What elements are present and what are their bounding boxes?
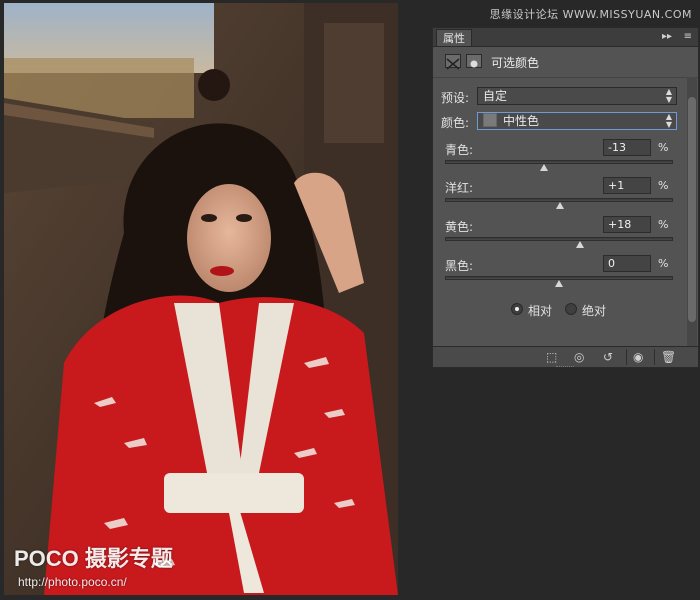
panel-scrollbar[interactable] [687,77,697,347]
preset-select[interactable]: 自定 ▲ ▼ [477,87,677,105]
slider-value-input[interactable]: +1 [603,177,651,194]
percent-unit: % [658,179,669,192]
panel-menu-icon[interactable]: ≡ [684,30,692,44]
panel-title: 可选颜色 [491,56,540,70]
photo-brand-text: POCO 摄影专题 [14,546,173,571]
scrollbar-handle[interactable] [688,97,696,322]
slider-label: 黄色: [445,220,474,234]
slider-thumb[interactable] [555,280,563,287]
percent-unit: % [658,257,669,270]
color-swatch-icon [483,113,497,127]
slider-thumb[interactable] [575,241,584,248]
percent-unit: % [658,141,669,154]
percent-unit: % [658,218,669,231]
footer-divider [626,349,627,365]
radio-relative[interactable] [511,303,523,315]
radio-relative-label[interactable]: 相对 [528,302,552,319]
reset-icon[interactable]: ↺ [603,350,613,364]
selective-color-controls: 预设: 自定 ▲ ▼ 颜色: 中性色 ▲ ▼ 青色: -13 % 洋红: +1 % … [433,78,698,333]
photo-url-text: http://photo.poco.cn/ [18,575,127,589]
panel-header: 可选颜色 [433,47,698,78]
select-arrows-icon: ▲ ▼ [665,112,672,129]
slider-label: 洋红: [445,181,474,195]
slider-label: 黑色: [445,259,474,273]
colors-select[interactable]: 中性色 ▲ ▼ [477,112,677,130]
view-previous-state-icon[interactable]: ◎ [574,350,584,364]
clip-to-layer-icon[interactable]: ⬚ [546,350,557,364]
properties-panel: 属性 ▸▸ ≡ 可选颜色 预设: 自定 ▲ ▼ 颜色: 中性色 ▲ ▼ 青色: -1… [432,27,699,368]
radio-absolute-label[interactable]: 绝对 [582,302,606,319]
collapse-arrows-icon[interactable]: ▸▸ [662,30,672,44]
slider-thumb[interactable] [556,202,565,209]
footer-divider [654,349,655,365]
preset-value: 自定 [483,89,508,103]
photo-image [4,3,398,595]
radio-absolute[interactable] [565,303,577,315]
photo-canvas: POCO 摄影专题 http://photo.poco.cn/ [4,3,398,595]
slider-thumb[interactable] [540,164,549,171]
slider-label: 青色: [445,143,474,157]
colors-label: 颜色: [441,116,470,130]
top-watermark: 思缘设计论坛 WWW.MISSYUAN.COM [489,8,692,21]
slider-value-input[interactable]: -13 [603,139,651,156]
preset-label: 预设: [441,91,470,105]
tab-properties[interactable]: 属性 [436,29,472,46]
panel-tabbar: 属性 ▸▸ ≡ [433,28,698,47]
slider-value-input[interactable]: 0 [603,255,651,272]
panel-footer: ⬚ ◎ ↺ ◉ 🗑 [433,346,698,367]
colors-value: 中性色 [503,114,540,128]
select-arrows-icon: ▲ ▼ [665,87,672,104]
slider-track[interactable] [445,237,673,241]
adjustment-layer-icon[interactable] [445,54,461,70]
panel-resize-grip[interactable] [556,366,574,369]
slider-value-input[interactable]: +18 [603,216,651,233]
trash-icon[interactable]: 🗑 [661,350,676,364]
slider-track[interactable] [445,160,673,164]
visibility-eye-icon[interactable]: ◉ [633,350,643,364]
layer-mask-icon[interactable] [466,54,482,68]
